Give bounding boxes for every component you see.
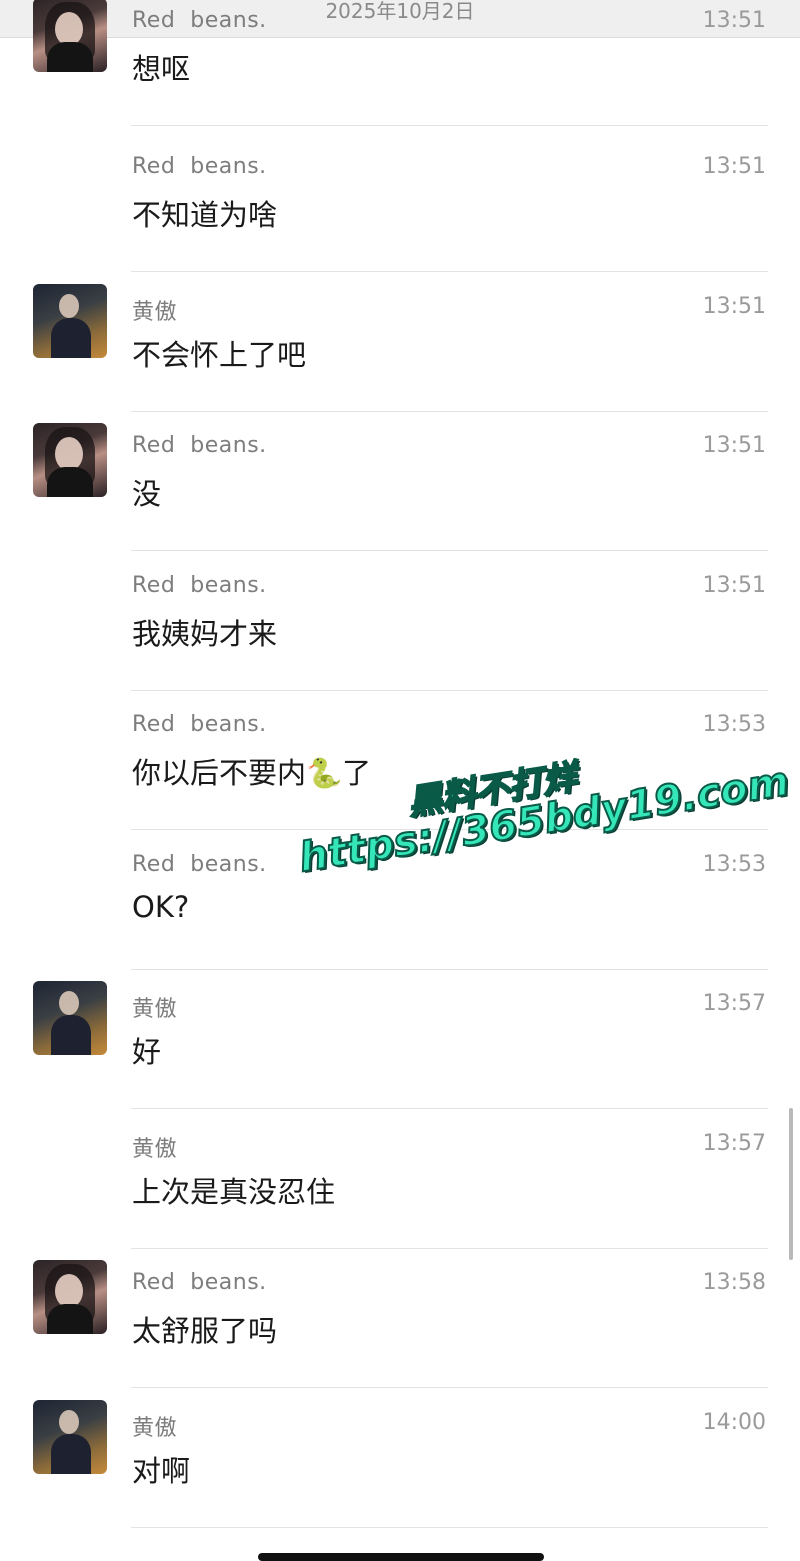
divider [131, 125, 768, 126]
divider [131, 1527, 768, 1528]
message-row[interactable]: Red beans. 13:51 我姨妈才来 [0, 551, 800, 691]
message-time: 13:51 [702, 154, 766, 179]
message-text: 上次是真没忍住 [132, 1175, 336, 1209]
sender-name: 黄傲 [132, 997, 178, 1022]
message-time: 13:53 [702, 712, 766, 737]
message-text: 你以后不要内🐍了 [132, 756, 372, 790]
avatar[interactable] [33, 423, 107, 497]
message-row[interactable]: 黄傲 13:51 不会怀上了吧 [0, 272, 800, 412]
avatar[interactable] [33, 1260, 107, 1334]
message-row[interactable]: 黄傲 13:57 好 [0, 969, 800, 1109]
message-text: 好 [132, 1035, 162, 1069]
message-time: 13:57 [702, 991, 766, 1016]
scrollbar[interactable] [789, 1108, 793, 1260]
avatar[interactable] [33, 284, 107, 358]
message-text: 太舒服了吗 [132, 1314, 278, 1348]
message-text: 不会怀上了吧 [132, 338, 307, 372]
avatar[interactable] [33, 981, 107, 1055]
message-row[interactable]: Red beans. 13:51 想呕 [0, 0, 800, 126]
message-time: 13:58 [702, 1270, 766, 1295]
message-text: 想呕 [132, 52, 191, 86]
message-row[interactable]: Red beans. 13:58 太舒服了吗 [0, 1248, 800, 1388]
message-row[interactable]: Red beans. 13:51 没 [0, 411, 800, 551]
sender-name: Red beans. [132, 8, 267, 33]
message-time: 13:51 [702, 573, 766, 598]
sender-name: 黄傲 [132, 300, 178, 325]
sender-name: Red beans. [132, 1270, 267, 1295]
sender-name: Red beans. [132, 852, 267, 877]
message-row[interactable]: Red beans. 13:51 不知道为啥 [0, 132, 800, 272]
sender-name: 黄傲 [132, 1137, 178, 1162]
avatar[interactable] [33, 1400, 107, 1474]
sender-name: Red beans. [132, 154, 267, 179]
sender-name: Red beans. [132, 712, 267, 737]
sender-name: Red beans. [132, 433, 267, 458]
message-row[interactable]: 黄傲 13:57 上次是真没忍住 [0, 1109, 800, 1249]
sender-name: 黄傲 [132, 1416, 178, 1441]
message-text: OK? [132, 890, 190, 924]
message-time: 13:51 [702, 8, 766, 33]
home-indicator[interactable] [258, 1553, 544, 1561]
message-text: 没 [132, 477, 162, 511]
sender-name: Red beans. [132, 573, 267, 598]
message-time: 13:51 [702, 433, 766, 458]
message-time: 14:00 [702, 1410, 766, 1435]
message-row[interactable]: 黄傲 14:00 对啊 [0, 1388, 800, 1528]
message-time: 13:53 [702, 852, 766, 877]
message-time: 13:51 [702, 294, 766, 319]
message-text: 不知道为啥 [132, 198, 278, 232]
message-text: 对啊 [132, 1454, 191, 1488]
message-text: 我姨妈才来 [132, 617, 278, 651]
avatar[interactable] [33, 0, 107, 72]
message-time: 13:57 [702, 1131, 766, 1156]
